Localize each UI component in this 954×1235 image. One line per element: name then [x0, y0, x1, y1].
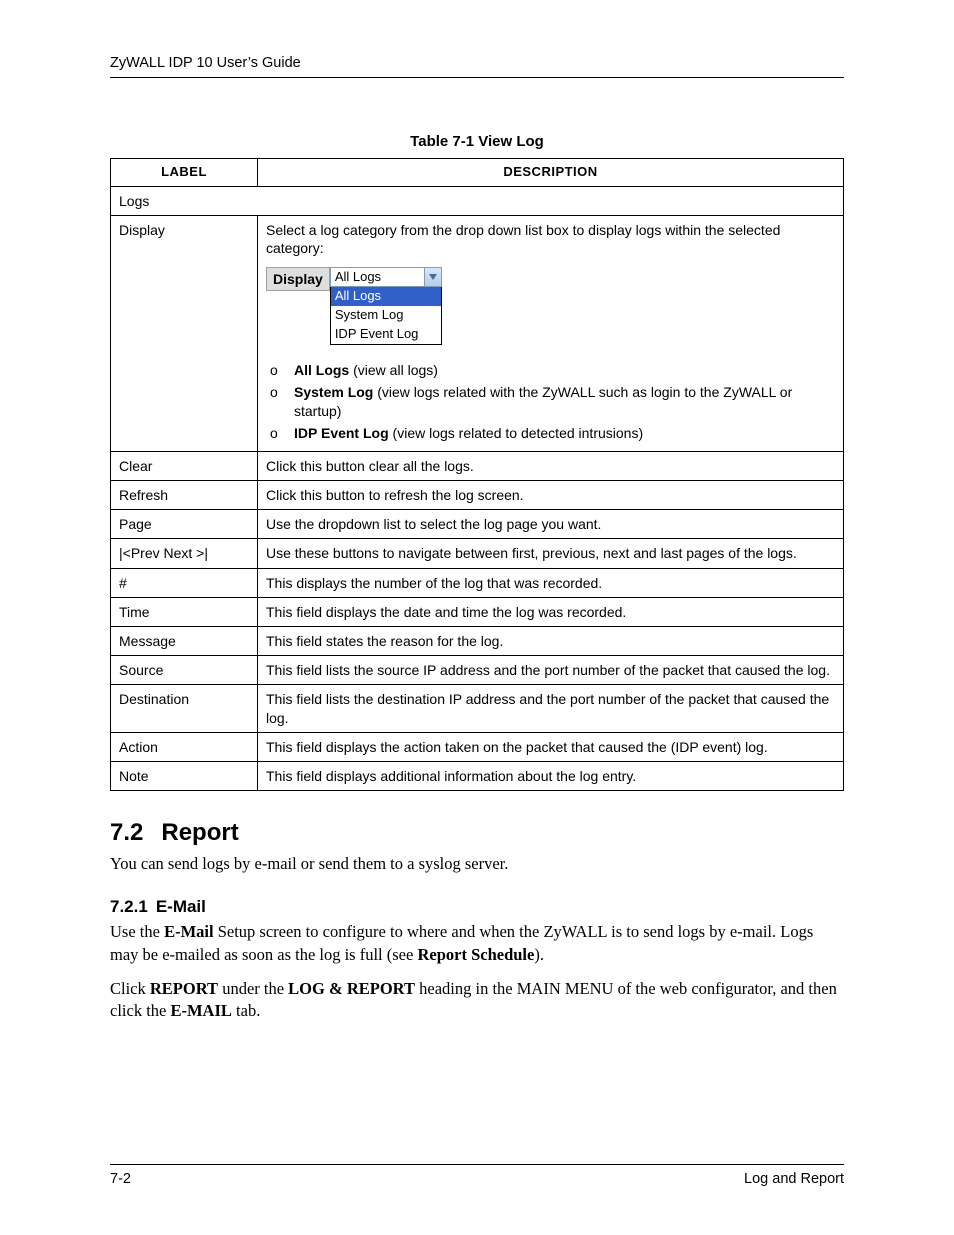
- bullet-bold: IDP Event Log: [294, 425, 389, 441]
- section-title: Report: [161, 819, 238, 846]
- text: Use the: [110, 922, 164, 941]
- subsection-number: 7.2.1: [110, 897, 148, 916]
- cell-label: |<Prev Next >|: [111, 539, 258, 568]
- cell-label: Message: [111, 627, 258, 656]
- display-dropdown-widget: Display All Logs All Logs System Log: [266, 267, 442, 345]
- table-row: Page Use the dropdown list to select the…: [111, 510, 844, 539]
- cell-desc: This displays the number of the log that…: [258, 568, 844, 597]
- paragraph: Click REPORT under the LOG & REPORT head…: [110, 978, 844, 1023]
- text: ).: [534, 945, 544, 964]
- cell-desc: Click this button clear all the logs.: [258, 451, 844, 480]
- footer-rule: [110, 1164, 844, 1165]
- cell-desc: This field displays the action taken on …: [258, 732, 844, 761]
- display-dropdown-label: Display: [266, 267, 330, 291]
- text-bold: LOG & REPORT: [288, 979, 415, 998]
- list-item: IDP Event Log (view logs related to dete…: [266, 424, 835, 442]
- text: tab.: [232, 1001, 260, 1020]
- list-item: All Logs (view all logs): [266, 361, 835, 379]
- bullet-rest: (view logs related to detected intrusion…: [389, 425, 643, 441]
- text-bold: E-MAIL: [170, 1001, 231, 1020]
- cell-desc: This field displays additional informati…: [258, 761, 844, 790]
- dropdown-option[interactable]: IDP Event Log: [331, 325, 441, 344]
- display-dropdown[interactable]: All Logs All Logs System Log IDP Event L…: [330, 267, 442, 345]
- table-row: Time This field displays the date and ti…: [111, 597, 844, 626]
- cell-desc: Click this button to refresh the log scr…: [258, 481, 844, 510]
- bullet-rest: (view all logs): [349, 362, 438, 378]
- paragraph: You can send logs by e-mail or send them…: [110, 853, 844, 875]
- table-row: Action This field displays the action ta…: [111, 732, 844, 761]
- cell-label: Time: [111, 597, 258, 626]
- running-header: ZyWALL IDP 10 User’s Guide: [110, 55, 844, 77]
- subsection-heading-7-2-1: 7.2.1 E-Mail: [110, 897, 844, 917]
- cell-desc: This field lists the source IP address a…: [258, 656, 844, 685]
- page-number: 7-2: [110, 1171, 131, 1187]
- page-footer: 7-2 Log and Report: [110, 1154, 844, 1187]
- text-bold: REPORT: [150, 979, 218, 998]
- th-description: DESCRIPTION: [258, 159, 844, 187]
- dropdown-option[interactable]: System Log: [331, 306, 441, 325]
- table-caption: Table 7-1 View Log: [110, 133, 844, 150]
- subsection-title: E-Mail: [156, 897, 206, 916]
- text-bold: Report Schedule: [417, 945, 534, 964]
- chevron-down-icon[interactable]: [424, 268, 441, 286]
- cell-desc: This field states the reason for the log…: [258, 627, 844, 656]
- header-rule: [110, 77, 844, 78]
- table-row: Note This field displays additional info…: [111, 761, 844, 790]
- view-log-table: LABEL DESCRIPTION Logs Display Select a …: [110, 158, 844, 791]
- table-row: Display Select a log category from the d…: [111, 216, 844, 452]
- table-row: # This displays the number of the log th…: [111, 568, 844, 597]
- dropdown-option[interactable]: All Logs: [331, 287, 441, 306]
- logs-section-row: Logs: [111, 186, 844, 215]
- table-row: Logs: [111, 186, 844, 215]
- section-heading-7-2: 7.2 Report: [110, 819, 844, 847]
- display-intro: Select a log category from the drop down…: [266, 221, 835, 257]
- page: ZyWALL IDP 10 User’s Guide Table 7-1 Vie…: [0, 0, 954, 1235]
- cell-label: Action: [111, 732, 258, 761]
- cell-label: Source: [111, 656, 258, 685]
- cell-desc: This field displays the date and time th…: [258, 597, 844, 626]
- text-bold: E-Mail: [164, 922, 214, 941]
- table-row: Message This field states the reason for…: [111, 627, 844, 656]
- bullet-bold: All Logs: [294, 362, 349, 378]
- cell-desc: This field lists the destination IP addr…: [258, 685, 844, 732]
- display-bullets: All Logs (view all logs) System Log (vie…: [266, 361, 835, 442]
- cell-label: Page: [111, 510, 258, 539]
- cell-label: #: [111, 568, 258, 597]
- list-item: System Log (view logs related with the Z…: [266, 383, 835, 419]
- table-row: Source This field lists the source IP ad…: [111, 656, 844, 685]
- text: Click: [110, 979, 150, 998]
- cell-desc: Use these buttons to navigate between fi…: [258, 539, 844, 568]
- text: under the: [218, 979, 288, 998]
- table-row: Refresh Click this button to refresh the…: [111, 481, 844, 510]
- table-row: Clear Click this button clear all the lo…: [111, 451, 844, 480]
- cell-label: Destination: [111, 685, 258, 732]
- section-number: 7.2: [110, 819, 143, 846]
- cell-label: Refresh: [111, 481, 258, 510]
- cell-label: Clear: [111, 451, 258, 480]
- cell-desc: Select a log category from the drop down…: [258, 216, 844, 452]
- cell-label: Display: [111, 216, 258, 452]
- th-label: LABEL: [111, 159, 258, 187]
- paragraph: Use the E-Mail Setup screen to configure…: [110, 921, 844, 966]
- display-dropdown-value[interactable]: All Logs: [330, 267, 442, 287]
- cell-desc: Use the dropdown list to select the log …: [258, 510, 844, 539]
- display-dropdown-list: All Logs System Log IDP Event Log: [330, 287, 442, 345]
- bullet-bold: System Log: [294, 384, 373, 400]
- table-row: |<Prev Next >| Use these buttons to navi…: [111, 539, 844, 568]
- display-dropdown-current: All Logs: [335, 269, 381, 286]
- cell-label: Note: [111, 761, 258, 790]
- footer-chapter: Log and Report: [744, 1171, 844, 1187]
- table-row: Destination This field lists the destina…: [111, 685, 844, 732]
